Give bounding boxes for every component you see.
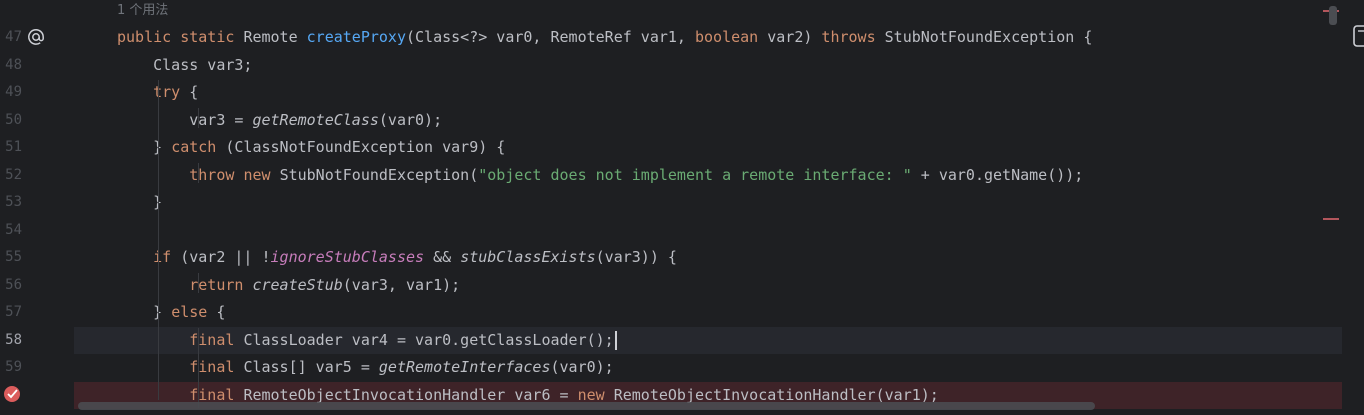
code-token: && bbox=[424, 248, 461, 266]
code-text: public static Remote createProxy(Class<?… bbox=[117, 24, 1092, 52]
indent-guide bbox=[198, 163, 199, 183]
line-number[interactable]: 59 bbox=[0, 354, 22, 382]
code-token: new bbox=[243, 165, 280, 184]
line-number[interactable]: 49 bbox=[0, 79, 22, 107]
code-token: (ClassNotFoundException var9) { bbox=[225, 138, 506, 156]
line-number[interactable]: 51 bbox=[0, 134, 22, 162]
line-number[interactable]: 54 bbox=[0, 217, 22, 245]
code-text: if (var2 || !ignoreStubClasses && stubCl… bbox=[117, 244, 677, 272]
code-text: var3 = getRemoteClass(var0); bbox=[117, 107, 442, 135]
code-token: "object does not implement a remote inte… bbox=[478, 165, 912, 184]
code-token: (var3, var1); bbox=[342, 275, 461, 294]
code-line[interactable]: } catch (ClassNotFoundException var9) { bbox=[74, 134, 1342, 162]
code-line[interactable]: } else { bbox=[74, 299, 1342, 327]
code-token: getRemoteInterfaces bbox=[378, 358, 551, 376]
code-token: stubClassExists bbox=[460, 248, 596, 266]
code-token: ignoreStubClasses bbox=[270, 248, 425, 266]
indent-guide bbox=[198, 108, 199, 128]
code-token: (var0); bbox=[378, 110, 443, 129]
line-number[interactable]: 53 bbox=[0, 189, 22, 217]
code-token: var3 = bbox=[117, 110, 253, 129]
code-token: throws bbox=[821, 28, 885, 46]
code-line[interactable] bbox=[74, 217, 1342, 245]
code-line[interactable]: try { bbox=[74, 79, 1342, 107]
code-line[interactable]: Class var3; bbox=[74, 52, 1342, 80]
code-token: createStub bbox=[252, 275, 343, 294]
code-line[interactable]: final Class[] var5 = getRemoteInterfaces… bbox=[74, 354, 1342, 382]
line-number[interactable]: 47 bbox=[0, 24, 22, 52]
code-text: final Class[] var5 = getRemoteInterfaces… bbox=[117, 354, 614, 382]
code-token: + var0.getName()); bbox=[911, 165, 1084, 184]
code-text: final ClassLoader var4 = var0.getClassLo… bbox=[117, 327, 617, 355]
code-token: static bbox=[180, 28, 244, 46]
code-text: throw new StubNotFoundException("object … bbox=[117, 162, 1083, 190]
code-token: (var3)) { bbox=[595, 248, 677, 266]
usage-hint[interactable]: 1 个用法 bbox=[117, 2, 168, 20]
code-token: Remote bbox=[243, 28, 307, 46]
vertical-scrollbar-thumb[interactable] bbox=[1329, 6, 1337, 25]
error-stripe-mark[interactable] bbox=[1323, 218, 1339, 220]
indent-guide bbox=[198, 328, 199, 408]
error-stripe[interactable] bbox=[1342, 0, 1364, 415]
code-token: getRemoteClass bbox=[252, 110, 379, 129]
horizontal-scrollbar-thumb[interactable] bbox=[78, 402, 1095, 410]
code-token: } bbox=[117, 303, 172, 321]
code-token: var2) bbox=[767, 28, 822, 46]
line-number[interactable]: 57 bbox=[0, 299, 22, 327]
breakpoint-check-icon[interactable] bbox=[3, 384, 23, 404]
code-line[interactable]: if (var2 || !ignoreStubClasses && stubCl… bbox=[74, 244, 1342, 272]
line-number[interactable]: 50 bbox=[0, 107, 22, 135]
indent-guide bbox=[198, 273, 199, 293]
code-line[interactable]: public static Remote createProxy(Class<?… bbox=[74, 24, 1342, 52]
code-token: RemoteObjectInvocationHandler(var1); bbox=[613, 385, 939, 404]
code-token: (Class<?> var0, RemoteRef var1, bbox=[406, 28, 695, 46]
code-token: } bbox=[117, 138, 172, 156]
code-line[interactable]: } bbox=[74, 189, 1342, 217]
code-token: StubNotFoundException { bbox=[884, 28, 1093, 46]
line-number[interactable]: 58 bbox=[0, 327, 22, 355]
code-token: Class var3; bbox=[117, 55, 253, 74]
code-line[interactable]: return createStub(var3, var1); bbox=[74, 272, 1342, 300]
code-text: Class var3; bbox=[117, 52, 252, 80]
code-line[interactable]: throw new StubNotFoundException("object … bbox=[74, 162, 1342, 190]
code-token: (var2 || ! bbox=[180, 248, 271, 266]
code-editor[interactable]: 1 个用法 public static Remote createProxy(C… bbox=[74, 0, 1342, 415]
code-text: } catch (ClassNotFoundException var9) { bbox=[117, 134, 505, 162]
code-line[interactable]: final ClassLoader var4 = var0.getClassLo… bbox=[74, 326, 1342, 355]
code-token: (var0); bbox=[550, 358, 614, 376]
line-number[interactable]: 52 bbox=[0, 162, 22, 190]
code-token: RemoteObjectInvocationHandler var6 = bbox=[243, 385, 578, 404]
code-line[interactable]: var3 = getRemoteClass(var0); bbox=[74, 107, 1342, 135]
code-token: catch bbox=[171, 138, 226, 156]
code-token: { bbox=[189, 83, 199, 101]
line-number[interactable]: 48 bbox=[0, 52, 22, 80]
line-number[interactable]: 55 bbox=[0, 244, 22, 272]
code-text: } bbox=[117, 189, 162, 217]
code-token: new bbox=[577, 385, 614, 404]
code-text: return createStub(var3, var1); bbox=[117, 272, 460, 300]
at-sign-icon[interactable] bbox=[27, 28, 45, 46]
code-token: public bbox=[117, 28, 181, 46]
code-token: StubNotFoundException( bbox=[279, 165, 479, 184]
code-text: } else { bbox=[117, 299, 225, 327]
line-number[interactable]: 56 bbox=[0, 272, 22, 300]
code-token: else bbox=[171, 303, 217, 321]
indent-guide bbox=[158, 80, 159, 400]
code-token: Class[] var5 = bbox=[243, 358, 379, 376]
text-caret bbox=[614, 330, 617, 350]
code-token: createProxy bbox=[306, 28, 406, 46]
code-token: { bbox=[216, 303, 226, 321]
code-token: } bbox=[117, 193, 163, 211]
document-icon[interactable] bbox=[1352, 24, 1364, 48]
code-token: ClassLoader var4 = var0.getClassLoader()… bbox=[243, 330, 614, 349]
gutter: 47 48 49 50 51 52 53 54 55 56 57 58 59 bbox=[0, 0, 74, 415]
code-token: boolean bbox=[694, 28, 768, 46]
